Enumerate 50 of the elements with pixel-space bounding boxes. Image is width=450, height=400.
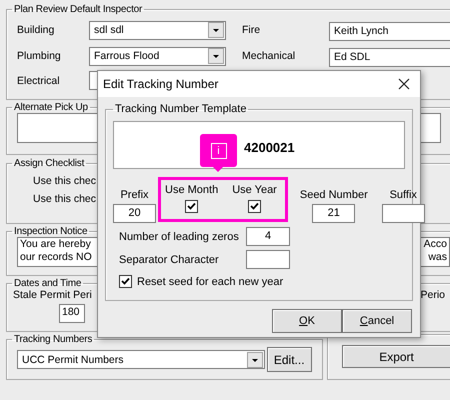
text-field[interactable]: Ed SDL (329, 48, 450, 67)
text-field[interactable]: 180 (59, 304, 85, 323)
field-label: Seed Number (300, 189, 368, 201)
close-icon[interactable] (398, 78, 410, 90)
text-field[interactable]: 21 (312, 204, 356, 223)
text-field[interactable] (246, 250, 290, 269)
dropdown[interactable]: sdl sdl (89, 20, 226, 40)
field-label: Building (17, 24, 56, 36)
text-field[interactable]: 20 (113, 204, 156, 223)
field-label: Number of leading zeros (119, 230, 240, 242)
field-label: Perio (420, 289, 445, 303)
checkbox[interactable] (119, 275, 132, 288)
ok-button[interactable]: OK (272, 309, 342, 333)
notice-text: was (428, 251, 447, 264)
field-label: Mechanical (242, 50, 296, 62)
notice-text: You are hereby (20, 238, 92, 251)
checkbox-label: Reset seed for each new year (137, 276, 284, 288)
group-title: Dates and Time (13, 278, 82, 289)
export-button[interactable]: Export (342, 345, 450, 368)
checkbox-label: Use Year (232, 184, 277, 196)
group-title: Tracking Numbers (13, 334, 94, 345)
checklist-label: Use this chec (32, 193, 96, 205)
cancel-button[interactable]: Cancel (342, 309, 412, 333)
text-field[interactable]: 4 (246, 227, 290, 246)
notice-text: our records NO (20, 251, 92, 264)
field-label: Stale Permit Peri (13, 289, 92, 301)
text-field[interactable] (382, 204, 425, 223)
text-field[interactable]: Keith Lynch (329, 22, 450, 41)
checklist-label: Use this chec (32, 175, 96, 187)
notice-text: Acco (424, 238, 447, 251)
field-label: Prefix (120, 189, 149, 201)
group-title: Inspection Notice (13, 226, 88, 237)
field-label: Electrical (17, 74, 61, 86)
checkbox[interactable] (185, 200, 198, 213)
field-label: Plumbing (17, 50, 62, 62)
dropdown[interactable]: Farrous Flood (89, 46, 226, 66)
group-title: Alternate Pick Up (13, 102, 89, 113)
field-label: Suffix (390, 189, 417, 201)
field-label: Separator Character (119, 254, 220, 266)
checkbox-label: Use Month (165, 184, 218, 196)
group-title: Tracking Number Template (114, 103, 248, 115)
dialog-title: Edit Tracking Number (103, 77, 218, 91)
group-title: Assign Checklist (13, 158, 86, 169)
field-label: Fire (242, 24, 262, 36)
checkbox[interactable] (248, 200, 262, 213)
tracking-number-preview: 4200021 (244, 140, 295, 155)
edit-button[interactable]: Edit... (266, 347, 312, 372)
dropdown[interactable]: UCC Permit Numbers (17, 350, 265, 369)
group-title: Plan Review Default Inspector (13, 4, 144, 15)
info-label: i (210, 142, 226, 158)
